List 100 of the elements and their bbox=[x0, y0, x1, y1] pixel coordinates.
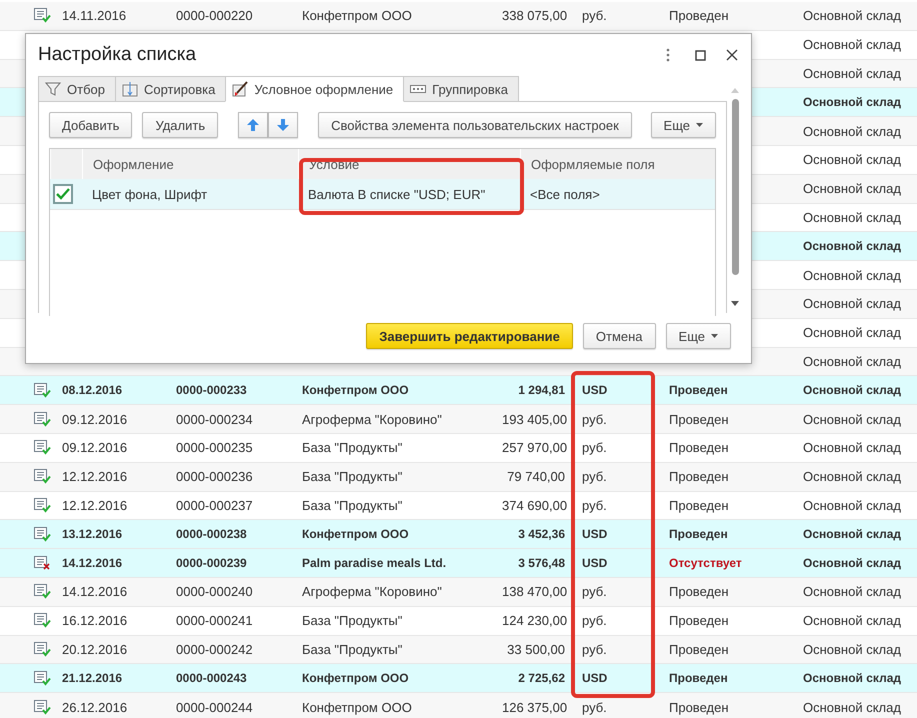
warehouse-cell-text: Основной склад bbox=[802, 296, 902, 312]
number-cell-text: 0000-000239 bbox=[176, 556, 248, 570]
delete-button[interactable]: Удалить bbox=[142, 112, 218, 138]
number-cell-text: 0000-000244 bbox=[176, 700, 254, 715]
move-up-button[interactable] bbox=[238, 112, 268, 138]
status-cell-text: Проведен bbox=[669, 671, 729, 686]
properties-button[interactable]: Свойства элемента пользовательских настроек bbox=[318, 112, 632, 138]
tab[interactable]: Сортировка bbox=[114, 76, 226, 102]
number-cell-text: 0000-000241 bbox=[176, 613, 254, 628]
maximize-icon[interactable] bbox=[693, 48, 707, 62]
arrow-up-icon bbox=[246, 118, 260, 132]
counterparty-cell-text: Конфетпром ООО bbox=[302, 8, 413, 24]
list-row[interactable]: 21.12.2016 0000-000243 Конфетпром ООО 2 725,62 USD Проведен Основной склад bbox=[0, 664, 917, 694]
currency-cell-text: руб. bbox=[581, 440, 608, 456]
warehouse-cell-text: Основной склад bbox=[802, 37, 902, 52]
counterparty-cell-text: База "Продукты" bbox=[302, 469, 404, 484]
date-cell-text: 09.12.2016 bbox=[62, 412, 128, 427]
currency-cell-text: руб. bbox=[581, 642, 608, 657]
warehouse-cell-text: Основной склад bbox=[802, 412, 902, 427]
number-cell-text: 0000-000233 bbox=[176, 383, 248, 398]
number-cell-text: 0000-000240 bbox=[176, 584, 254, 600]
warehouse-cell-text: Основной склад bbox=[802, 671, 902, 686]
table-cell-text: Валюта В списке "USD; EUR" bbox=[307, 186, 486, 202]
table-row[interactable]: Цвет фона, Шрифт Валюта В списке "USD; EUR" <Все поля> bbox=[50, 179, 715, 210]
currency-cell-text: руб. bbox=[581, 498, 608, 513]
warehouse-cell-text: Основной склад bbox=[802, 584, 902, 600]
warehouse-cell-text: Основной склад bbox=[802, 642, 902, 657]
list-row[interactable]: 12.12.2016 0000-000237 База "Продукты" 374 690,00 руб. Проведен Основной склад bbox=[0, 492, 917, 520]
currency-cell-text: USD bbox=[581, 527, 608, 542]
tab[interactable]: Отбор bbox=[38, 76, 116, 102]
amount-cell-text: 2 725,62 bbox=[517, 671, 566, 686]
list-row[interactable]: 09.12.2016 0000-000234 Агроферма "Коровино" 193 405,00 руб. Проведен Основной склад bbox=[0, 405, 917, 434]
currency-cell-text: руб. bbox=[581, 8, 608, 24]
counterparty-cell-text: Конфетпром ООО bbox=[302, 671, 410, 686]
tab[interactable]: Условное оформление bbox=[225, 76, 404, 102]
number-cell-text: 0000-000238 bbox=[176, 527, 248, 542]
number-cell-text: 0000-000237 bbox=[176, 498, 254, 513]
counterparty-cell-text: Агроферма "Коровино" bbox=[302, 584, 443, 600]
more-button[interactable]: Еще bbox=[650, 112, 716, 138]
list-row[interactable]: 12.12.2016 0000-000236 База "Продукты" 79 740,00 руб. Проведен Основной склад bbox=[0, 462, 917, 492]
number-cell-text: 0000-000234 bbox=[176, 412, 254, 427]
number-cell-text: 0000-000235 bbox=[176, 440, 254, 456]
amount-cell-text: 3 452,36 bbox=[517, 527, 566, 542]
warehouse-cell-text: Основной склад bbox=[802, 354, 902, 369]
cancel-button[interactable]: Отмена bbox=[582, 323, 656, 349]
currency-cell-text: руб. bbox=[581, 613, 608, 628]
scroll-down-icon[interactable] bbox=[731, 301, 739, 306]
date-cell-text: 08.12.2016 bbox=[62, 383, 124, 398]
number-cell-text: 0000-000220 bbox=[176, 8, 254, 24]
date-cell-text: 12.12.2016 bbox=[62, 498, 128, 513]
funnel-icon bbox=[45, 81, 61, 97]
warehouse-cell-text: Основной склад bbox=[802, 325, 902, 340]
list-row[interactable]: 14.12.2016 0000-000240 Агроферма "Коровино" 138 470,00 руб. Проведен Основной склад bbox=[0, 578, 917, 607]
add-button[interactable]: Добавить bbox=[49, 112, 132, 138]
checkbox[interactable] bbox=[53, 184, 73, 204]
amount-cell-text: 374 690,00 bbox=[502, 498, 568, 513]
amount-cell-text: 338 075,00 bbox=[502, 8, 568, 24]
list-row[interactable]: 14.12.2016 0000-000239 Palm paradise meals Ltd. 3 576,48 USD Отсутствует Основной склад bbox=[0, 549, 917, 578]
status-cell-text: Проведен bbox=[669, 700, 730, 715]
warehouse-cell-text: Основной склад bbox=[802, 613, 902, 628]
counterparty-cell-text: Palm paradise meals Ltd. bbox=[302, 556, 448, 570]
list-row[interactable]: 16.12.2016 0000-000241 База "Продукты" 124 230,00 руб. Проведен Основной склад bbox=[0, 606, 917, 636]
warehouse-cell-text: Основной склад bbox=[802, 383, 902, 398]
amount-cell-text: 193 405,00 bbox=[502, 412, 568, 427]
warehouse-cell-text: Основной склад bbox=[802, 239, 902, 254]
number-cell-text: 0000-000236 bbox=[176, 469, 254, 484]
number-cell-text: 0000-000243 bbox=[176, 671, 248, 686]
warehouse-cell-text: Основной склад bbox=[802, 152, 902, 168]
status-cell-text: Отсутствует bbox=[669, 556, 743, 570]
finish-editing-button[interactable]: Завершить редактирование bbox=[366, 323, 573, 349]
status-cell-text: Проведен bbox=[669, 412, 730, 427]
amount-cell-text: 1 294,81 bbox=[517, 383, 566, 398]
scrollbar[interactable] bbox=[731, 88, 739, 306]
table-cell-text: Цвет фона, Шрифт bbox=[91, 186, 208, 202]
warehouse-cell-text: Основной склад bbox=[802, 469, 902, 484]
move-down-button[interactable] bbox=[268, 112, 298, 138]
status-cell-text: Проведен bbox=[669, 498, 730, 513]
warehouse-cell-text: Основной склад bbox=[802, 181, 902, 196]
tab[interactable]: Группировка bbox=[403, 76, 519, 102]
date-cell-text: 14.11.2016 bbox=[62, 8, 128, 24]
date-cell-text: 16.12.2016 bbox=[62, 613, 128, 628]
list-row[interactable]: 13.12.2016 0000-000238 Конфетпром ООО 3 452,36 USD Проведен Основной склад bbox=[0, 520, 917, 550]
close-icon[interactable] bbox=[725, 48, 739, 62]
amount-cell-text: 79 740,00 bbox=[506, 469, 566, 484]
list-row[interactable]: 20.12.2016 0000-000242 База "Продукты" 33 500,00 руб. Проведен Основной склад bbox=[0, 636, 917, 664]
date-cell-text: 14.12.2016 bbox=[62, 556, 124, 570]
warehouse-cell-text: Основной склад bbox=[802, 210, 902, 225]
list-row[interactable]: 26.12.2016 0000-000244 Конфетпром ООО 126 375,00 руб. Проведен Основной склад bbox=[0, 693, 917, 718]
amount-cell-text: 126 375,00 bbox=[502, 700, 568, 715]
counterparty-cell-text: Агроферма "Коровино" bbox=[302, 412, 443, 427]
status-cell-text: Проведен bbox=[669, 469, 730, 484]
counterparty-cell-text: Конфетпром ООО bbox=[302, 700, 413, 715]
status-cell-text: Проведен bbox=[669, 8, 730, 24]
caret-icon bbox=[711, 334, 718, 338]
currency-cell-text: USD bbox=[581, 556, 608, 570]
list-row[interactable]: 08.12.2016 0000-000233 Конфетпром ООО 1 294,81 USD Проведен Основной склад bbox=[0, 376, 917, 406]
warehouse-cell-text: Основной склад bbox=[802, 124, 902, 139]
more-button[interactable]: Еще bbox=[666, 323, 731, 349]
list-row[interactable]: 14.11.2016 0000-000220 Конфетпром ООО 338 075,00 руб. Проведен Основной склад bbox=[0, 2, 917, 31]
date-cell-text: 21.12.2016 bbox=[62, 671, 124, 686]
